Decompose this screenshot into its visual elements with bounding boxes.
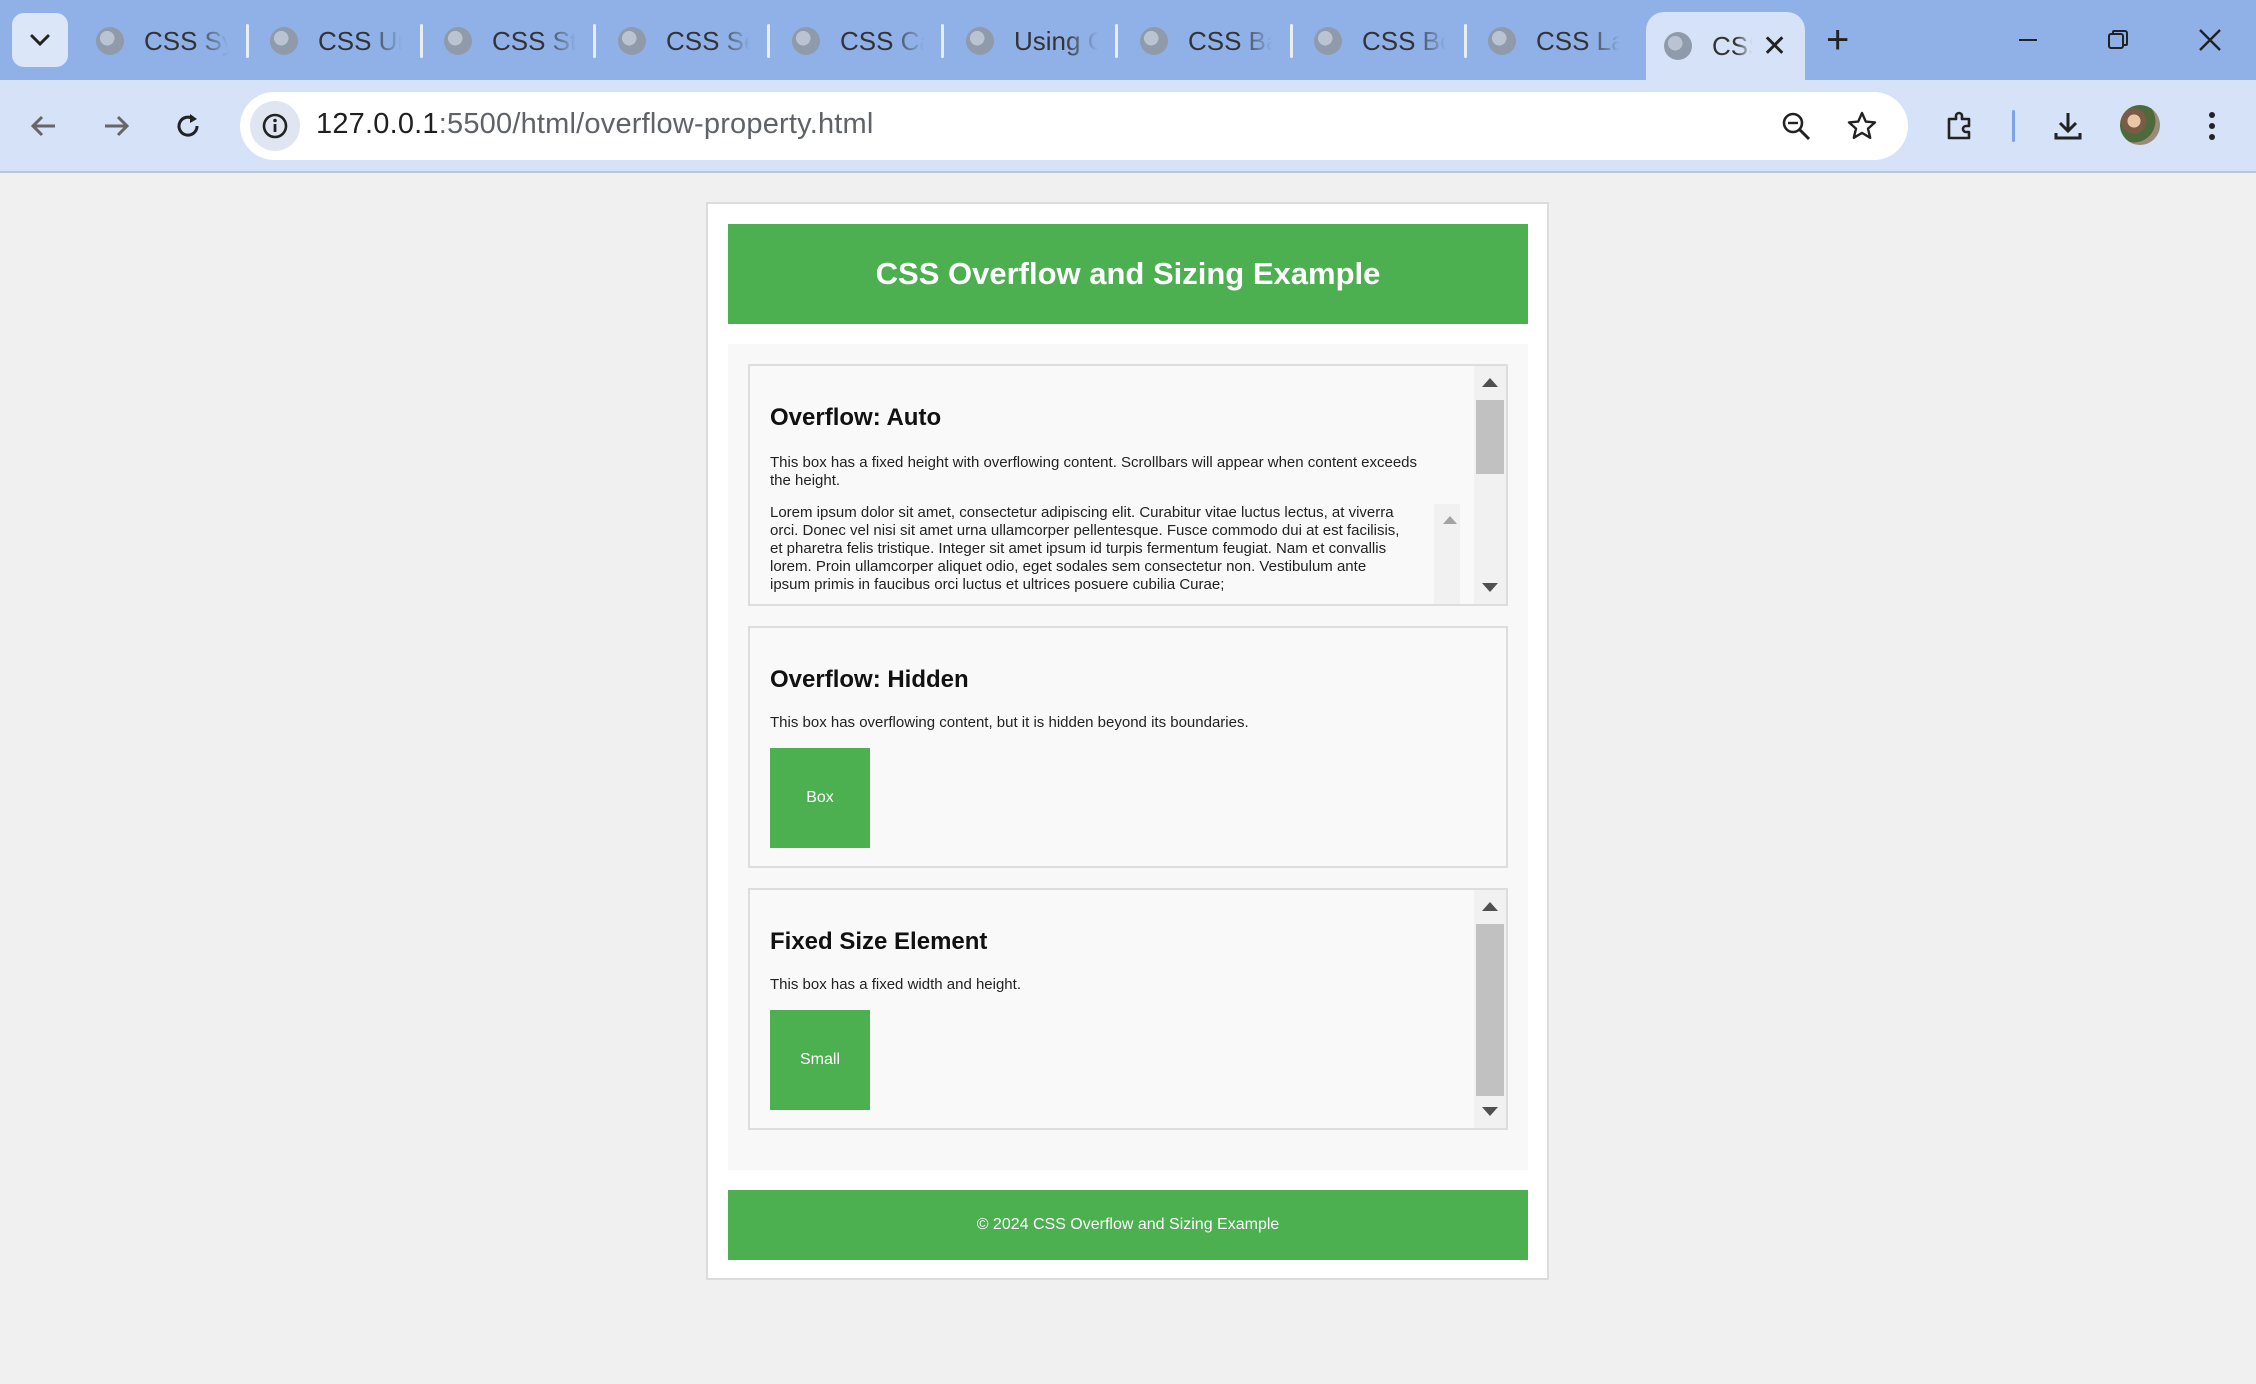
tab-css-selectors[interactable]: CSS Selectors — [618, 12, 750, 70]
tab-css-cascade[interactable]: CSS Cascade — [792, 12, 924, 70]
tab-label: CSS Cascade — [840, 25, 924, 56]
minimize-icon[interactable] — [1996, 14, 2060, 66]
menu-icon[interactable] — [2186, 100, 2238, 152]
scroll-down-arrow-icon[interactable] — [1482, 1107, 1498, 1116]
section-title: Overflow: Hidden — [770, 666, 969, 693]
globe-icon — [1664, 32, 1692, 60]
section-title: Fixed Size Element — [770, 928, 988, 955]
overflow-hidden-box: Overflow: Hidden This box has overflowin… — [748, 626, 1508, 868]
main-content: Overflow: Auto This box has a fixed heig… — [728, 344, 1528, 1170]
tab-label: CSS Styles — [492, 25, 576, 56]
download-icon[interactable] — [2042, 100, 2094, 152]
scrollbar-thumb[interactable] — [1476, 400, 1504, 474]
scrollbar-thumb[interactable] — [1476, 924, 1504, 1096]
tab-strip: CSS Syntax CSS Units CSS Styles CSS Sele… — [0, 0, 2256, 80]
footer-text: © 2024 CSS Overflow and Sizing Example — [976, 1216, 1280, 1233]
toolbar-separator — [2012, 110, 2015, 142]
tab-label: Using CSS — [1014, 25, 1098, 56]
section-description: This box has overflowing content, but it… — [770, 714, 1249, 731]
globe-icon — [1488, 27, 1516, 55]
close-window-icon[interactable] — [2178, 14, 2242, 66]
url-host: 127.0.0.1 — [316, 108, 439, 140]
tab-separator — [767, 24, 770, 58]
browser-toolbar: 127.0.0.1:5500/html/overflow-property.ht… — [0, 80, 2256, 173]
globe-icon — [1140, 27, 1168, 55]
extensions-icon[interactable] — [1934, 100, 1986, 152]
tab-using-css[interactable]: Using CSS — [966, 12, 1098, 70]
lorem-text: Lorem ipsum dolor sit amet, consectetur … — [770, 504, 1400, 593]
tab-label: CSS Syntax — [144, 25, 228, 56]
page-footer: © 2024 CSS Overflow and Sizing Example — [728, 1190, 1528, 1260]
tab-label: CSS Layout — [1536, 25, 1620, 56]
inner-scrollbar[interactable] — [1434, 504, 1460, 604]
tab-label: CSS Selectors — [666, 25, 750, 56]
tab-css-backgrounds[interactable]: CSS Backgrounds — [1140, 12, 1272, 70]
tab-css-styles[interactable]: CSS Styles — [444, 12, 576, 70]
url-path: :5500/html/overflow-property.html — [438, 108, 874, 140]
scroll-up-arrow-icon[interactable] — [1482, 902, 1498, 911]
tab-separator — [420, 24, 423, 58]
page-header: CSS Overflow and Sizing Example — [728, 224, 1528, 324]
tab-separator — [246, 24, 249, 58]
tab-separator — [593, 24, 596, 58]
globe-icon — [444, 27, 472, 55]
close-tab-icon[interactable]: ✕ — [1762, 29, 1787, 64]
profile-avatar[interactable] — [2120, 105, 2160, 145]
tab-css-layout[interactable]: CSS Layout — [1488, 12, 1620, 70]
globe-icon — [96, 27, 124, 55]
page-container: CSS Overflow and Sizing Example Overflow… — [706, 202, 1549, 1280]
tab-separator — [1464, 24, 1467, 58]
globe-icon — [270, 27, 298, 55]
tab-css-units[interactable]: CSS Units — [270, 12, 402, 70]
globe-icon — [1314, 27, 1342, 55]
back-icon[interactable] — [18, 100, 70, 152]
inner-scroll-area[interactable]: Lorem ipsum dolor sit amet, consectetur … — [770, 504, 1460, 604]
fixed-size-box[interactable]: Fixed Size Element This box has a fixed … — [748, 888, 1508, 1130]
url-text[interactable]: 127.0.0.1:5500/html/overflow-property.ht… — [316, 108, 874, 141]
green-box: Box — [770, 748, 870, 848]
tab-css-syntax[interactable]: CSS Syntax — [96, 12, 228, 70]
section-description: This box has a fixed height with overflo… — [770, 454, 1418, 489]
scroll-up-arrow-icon[interactable] — [1443, 516, 1457, 524]
tab-label: CSS Backgrounds — [1188, 25, 1272, 56]
vertical-scrollbar[interactable] — [1474, 366, 1506, 604]
new-tab-button[interactable]: + — [1826, 18, 1849, 63]
tab-search-icon[interactable] — [12, 13, 68, 67]
globe-icon — [792, 27, 820, 55]
tab-label: CSS Units — [318, 25, 402, 56]
globe-icon — [966, 27, 994, 55]
scroll-up-arrow-icon[interactable] — [1482, 378, 1498, 387]
tab-css-borders[interactable]: CSS Borders — [1314, 12, 1446, 70]
forward-icon[interactable] — [90, 100, 142, 152]
site-info-icon[interactable] — [250, 101, 300, 151]
green-box: Small — [770, 1010, 870, 1110]
restore-icon[interactable] — [2086, 14, 2150, 66]
zoom-icon[interactable] — [1776, 106, 1816, 146]
tab-separator — [1115, 24, 1118, 58]
address-bar[interactable]: 127.0.0.1:5500/html/overflow-property.ht… — [240, 92, 1908, 160]
vertical-scrollbar[interactable] — [1474, 890, 1506, 1128]
globe-icon — [618, 27, 646, 55]
tab-label: CSS Overflow — [1712, 30, 1752, 61]
page-title: CSS Overflow and Sizing Example — [875, 256, 1381, 291]
reload-icon[interactable] — [162, 100, 214, 152]
tab-separator — [941, 24, 944, 58]
tab-css-overflow-active[interactable]: CSS Overflow ✕ — [1646, 12, 1806, 80]
tab-label: CSS Borders — [1362, 25, 1446, 56]
overflow-auto-box[interactable]: Overflow: Auto This box has a fixed heig… — [748, 364, 1508, 606]
tab-separator — [1290, 24, 1293, 58]
section-description: This box has a fixed width and height. — [770, 976, 1021, 993]
section-title: Overflow: Auto — [770, 404, 942, 431]
scroll-down-arrow-icon[interactable] — [1482, 583, 1498, 592]
bookmark-star-icon[interactable] — [1842, 106, 1882, 146]
